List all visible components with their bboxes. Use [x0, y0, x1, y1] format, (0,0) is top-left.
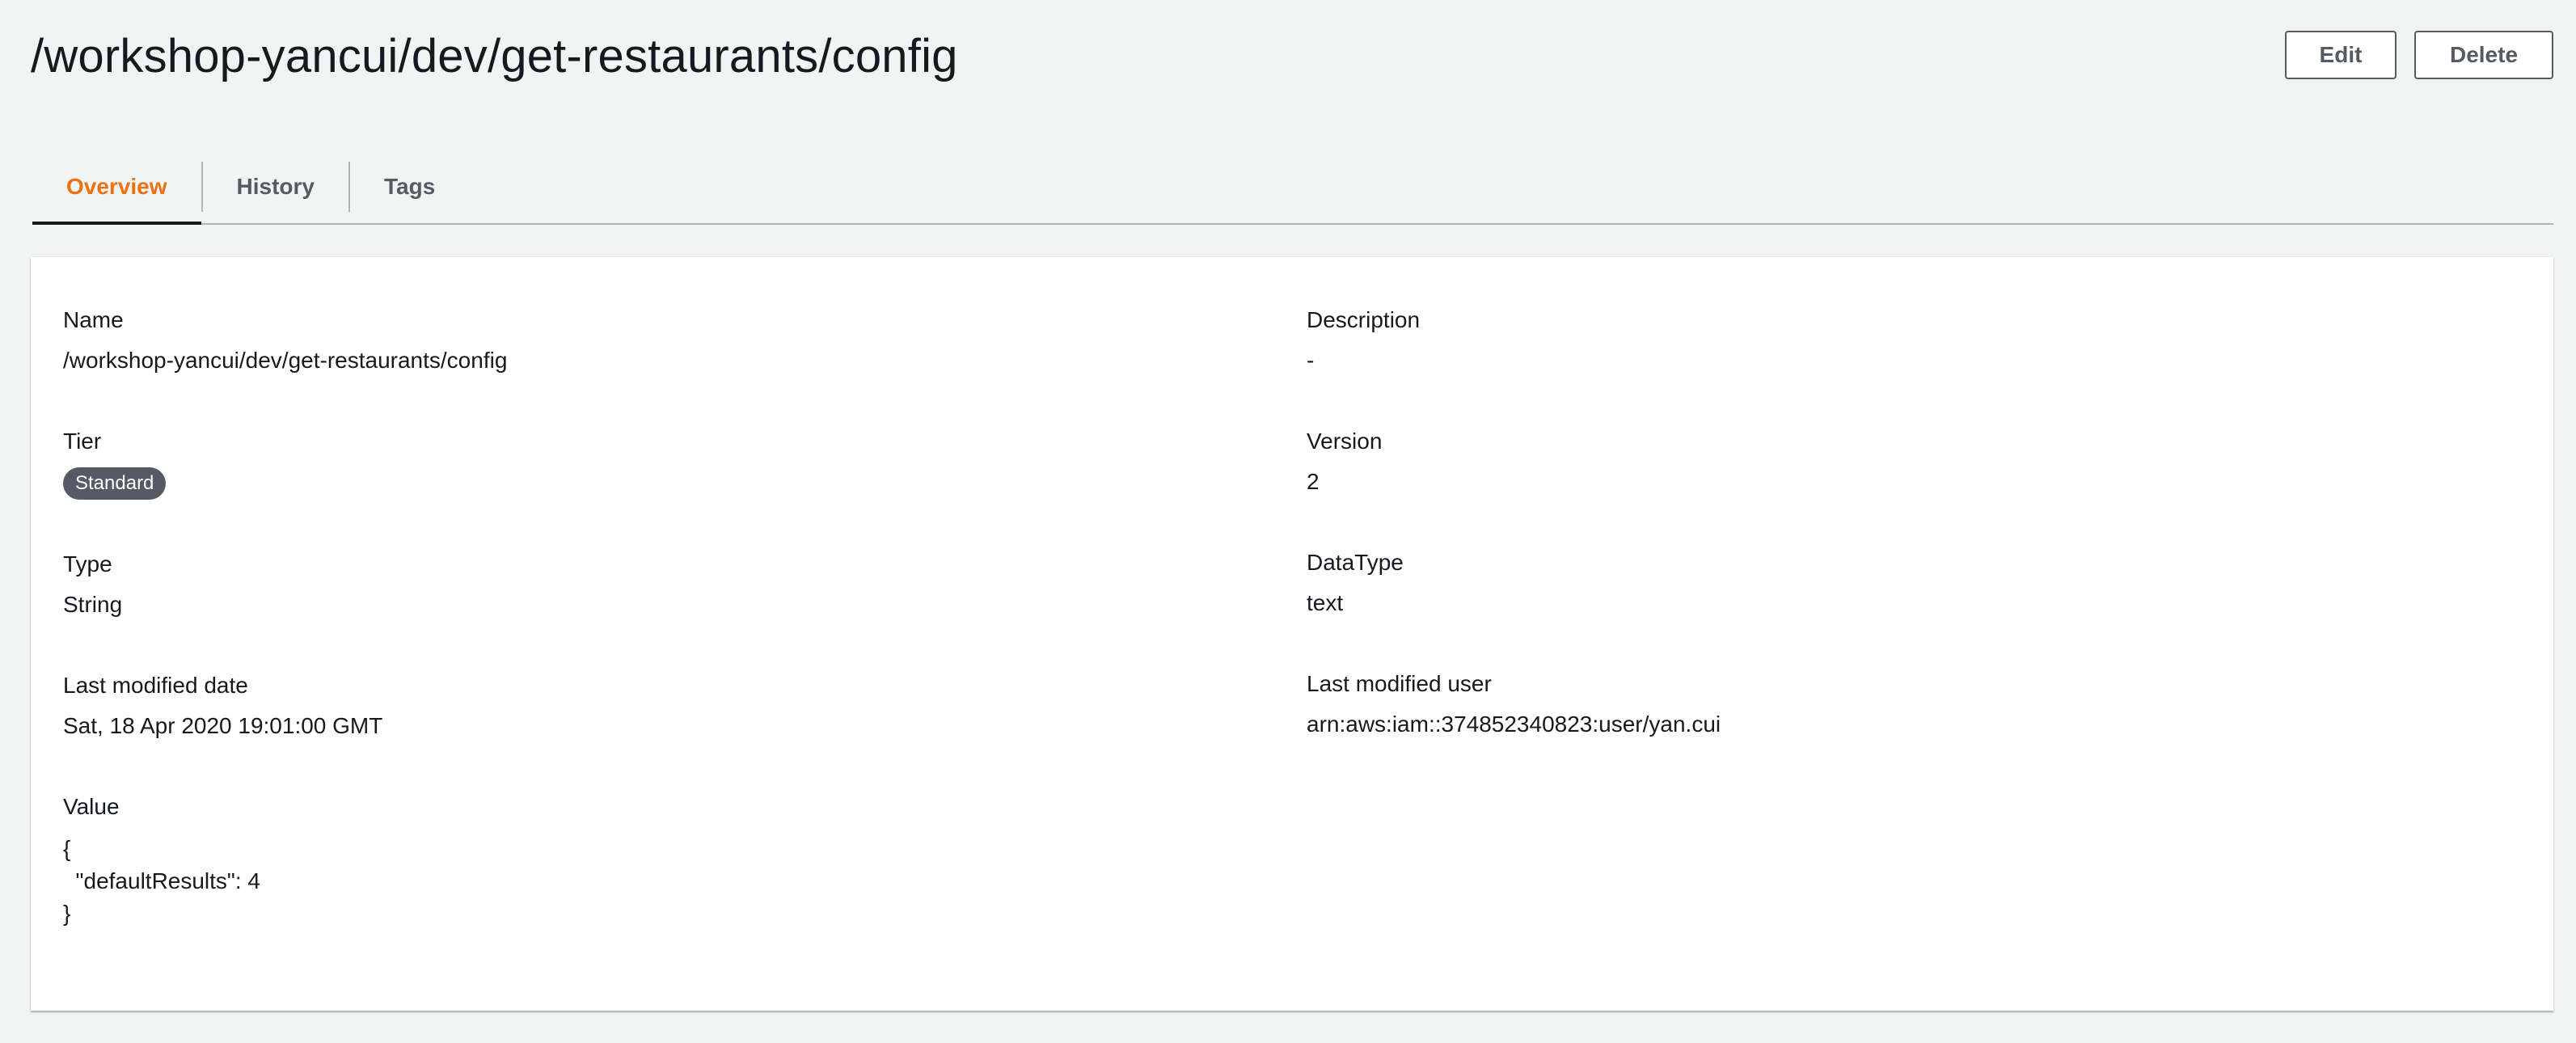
description-label: Description [1307, 307, 1421, 332]
tab-bar: Overview History Tags [32, 150, 2553, 225]
value-label: Value [63, 794, 120, 819]
version-label: Version [1307, 429, 1383, 454]
tab-overview[interactable]: Overview [32, 150, 201, 225]
datatype-value: text [1307, 590, 1344, 615]
description-value: - [1307, 348, 1315, 373]
parameter-value: { "defaultResults": 4 } [63, 836, 261, 926]
tier-field: Tier Standard [63, 427, 167, 500]
tab-tags[interactable]: Tags [350, 150, 469, 223]
details-panel: Name /workshop-yancui/dev/get-restaurant… [31, 257, 2553, 1011]
last-modified-user-label: Last modified user [1307, 671, 1492, 696]
page-title: /workshop-yancui/dev/get-restaurants/con… [31, 30, 958, 82]
delete-button[interactable]: Delete [2414, 31, 2553, 79]
datatype-label: DataType [1307, 550, 1404, 575]
last-modified-date-label: Last modified date [63, 673, 248, 698]
last-modified-user-value: arn:aws:iam::374852340823:user/yan.cui [1307, 712, 1721, 737]
version-field: Version 2 [1307, 427, 1382, 496]
header-actions: Edit Delete [2285, 31, 2553, 79]
type-label: Type [63, 551, 112, 576]
edit-button[interactable]: Edit [2285, 31, 2397, 79]
tier-badge: Standard [63, 467, 167, 500]
last-modified-user-field: Last modified user arn:aws:iam::37485234… [1307, 669, 1721, 739]
name-label: Name [63, 307, 124, 332]
name-value: /workshop-yancui/dev/get-restaurants/con… [63, 348, 508, 373]
version-value: 2 [1307, 469, 1320, 494]
value-field: Value { "defaultResults": 4 } [63, 792, 260, 930]
type-field: Type String [63, 550, 122, 619]
last-modified-date-field: Last modified date Sat, 18 Apr 2020 19:0… [63, 671, 382, 741]
page-header: /workshop-yancui/dev/get-restaurants/con… [31, 23, 2553, 103]
tier-label: Tier [63, 429, 102, 454]
tier-value-wrapper: Standard [63, 467, 167, 500]
last-modified-date-value: Sat, 18 Apr 2020 19:01:00 GMT [63, 713, 383, 738]
description-field: Description - [1307, 306, 1420, 375]
name-field: Name /workshop-yancui/dev/get-restaurant… [63, 306, 507, 375]
type-value: String [63, 592, 123, 617]
datatype-field: DataType text [1307, 548, 1404, 618]
tab-history[interactable]: History [203, 150, 348, 223]
